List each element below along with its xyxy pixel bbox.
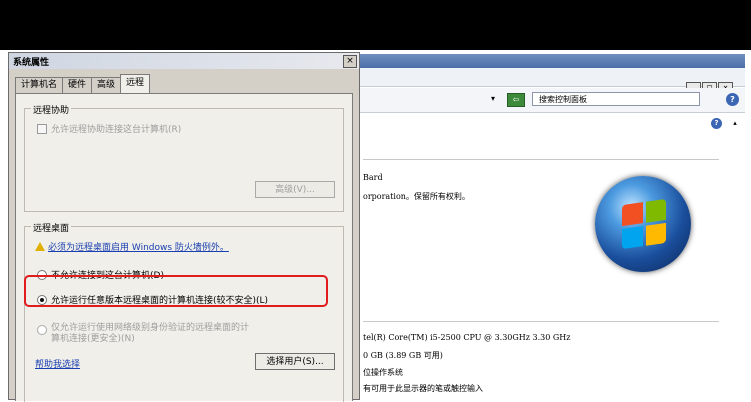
logo-green-pane xyxy=(645,198,666,223)
search-control-panel-input[interactable]: 搜索控制面板 xyxy=(532,92,700,106)
copyright-text-line: Bard xyxy=(363,173,383,182)
copyright-text-line: orporation。保留所有权利。 xyxy=(363,192,470,201)
system-type-info: 位操作系统 xyxy=(363,368,403,377)
tab-remote[interactable]: 远程 xyxy=(120,74,151,93)
remote-assistance-group: 远程协助 允许远程协助连接这台计算机(R) 高级(V)... xyxy=(24,103,344,212)
memory-info: 0 GB (3.89 GB 可用) xyxy=(363,351,443,360)
advanced-button[interactable]: 高级(V)... xyxy=(255,181,335,198)
pen-touch-info: 有可用于此显示器的笔或触控输入 xyxy=(363,384,483,393)
system-properties-dialog: 系统属性 × 计算机名 硬件 高级 远程 远程协助 允许远程协助连接这台计算机(… xyxy=(8,52,360,402)
section-divider xyxy=(363,321,719,322)
section-divider xyxy=(363,159,719,160)
help-me-choose-link[interactable]: 帮助我选择 xyxy=(35,357,80,370)
address-dropdown-arrow-icon[interactable]: ▾ xyxy=(491,94,495,103)
windows-logo-icon xyxy=(595,176,691,272)
allow-nla-only-row[interactable]: 仅允许运行使用网络级别身份验证的远程桌面的计 算机连接(更安全)(N) xyxy=(37,323,249,345)
red-highlight-annotation xyxy=(24,275,328,307)
logo-blue-pane xyxy=(622,225,643,250)
help-icon[interactable]: ? xyxy=(726,93,739,106)
select-users-button[interactable]: 选择用户(S)... xyxy=(255,353,335,370)
dialog-tabs: 计算机名 硬件 高级 远程 xyxy=(15,74,151,93)
control-panel-window: _ □ × ▾ ⇦ 搜索控制面板 ? ? ▴ Bard orporation。保… xyxy=(348,54,745,400)
allow-remote-assistance-checkbox[interactable] xyxy=(37,123,47,134)
scroll-up-icon[interactable]: ▴ xyxy=(730,118,740,129)
allow-nla-only-label: 仅允许运行使用网络级别身份验证的远程桌面的计 算机连接(更安全)(N) xyxy=(51,323,250,344)
remote-desktop-group: 远程桌面 必须为远程桌面启用 Windows 防火墙例外。 不允许连接到这台计算… xyxy=(24,221,344,402)
back-arrow-icon[interactable]: ⇦ xyxy=(507,93,525,107)
address-bar: ▾ ⇦ 搜索控制面板 ? xyxy=(349,88,745,113)
remote-assistance-title: 远程协助 xyxy=(31,103,72,116)
firewall-exception-link[interactable]: 必须为远程桌面启用 Windows 防火墙例外。 xyxy=(48,240,229,253)
firewall-warning-row: 必须为远程桌面启用 Windows 防火墙例外。 xyxy=(35,240,229,253)
dialog-title-bar: 系统属性 × xyxy=(9,53,359,69)
tab-advanced[interactable]: 高级 xyxy=(91,77,122,93)
control-panel-title-bar xyxy=(349,54,745,68)
allow-remote-assistance-label: 允许远程协助连接这台计算机(R) xyxy=(51,125,182,135)
remote-tab-panel: 远程协助 允许远程协助连接这台计算机(R) 高级(V)... 远程桌面 必须为远… xyxy=(15,93,353,402)
top-black-bar xyxy=(0,0,751,50)
allow-nla-only-radio[interactable] xyxy=(37,325,47,335)
tab-hardware[interactable]: 硬件 xyxy=(62,77,93,93)
dialog-close-icon[interactable]: × xyxy=(343,55,357,68)
logo-yellow-pane xyxy=(645,222,666,246)
dialog-title: 系统属性 xyxy=(13,58,50,68)
processor-info: tel(R) Core(TM) i5-2500 CPU @ 3.30GHz 3.… xyxy=(363,333,571,342)
logo-red-pane xyxy=(622,202,643,226)
control-panel-menu-bar: _ □ × xyxy=(349,68,745,95)
remote-desktop-title: 远程桌面 xyxy=(31,221,72,234)
help-icon-secondary[interactable]: ? xyxy=(711,118,722,129)
warning-icon xyxy=(35,242,45,251)
help-me-choose-row: 帮助我选择 xyxy=(35,357,80,370)
tab-computer-name[interactable]: 计算机名 xyxy=(15,77,64,93)
allow-remote-assistance-row[interactable]: 允许远程协助连接这台计算机(R) xyxy=(37,122,181,135)
